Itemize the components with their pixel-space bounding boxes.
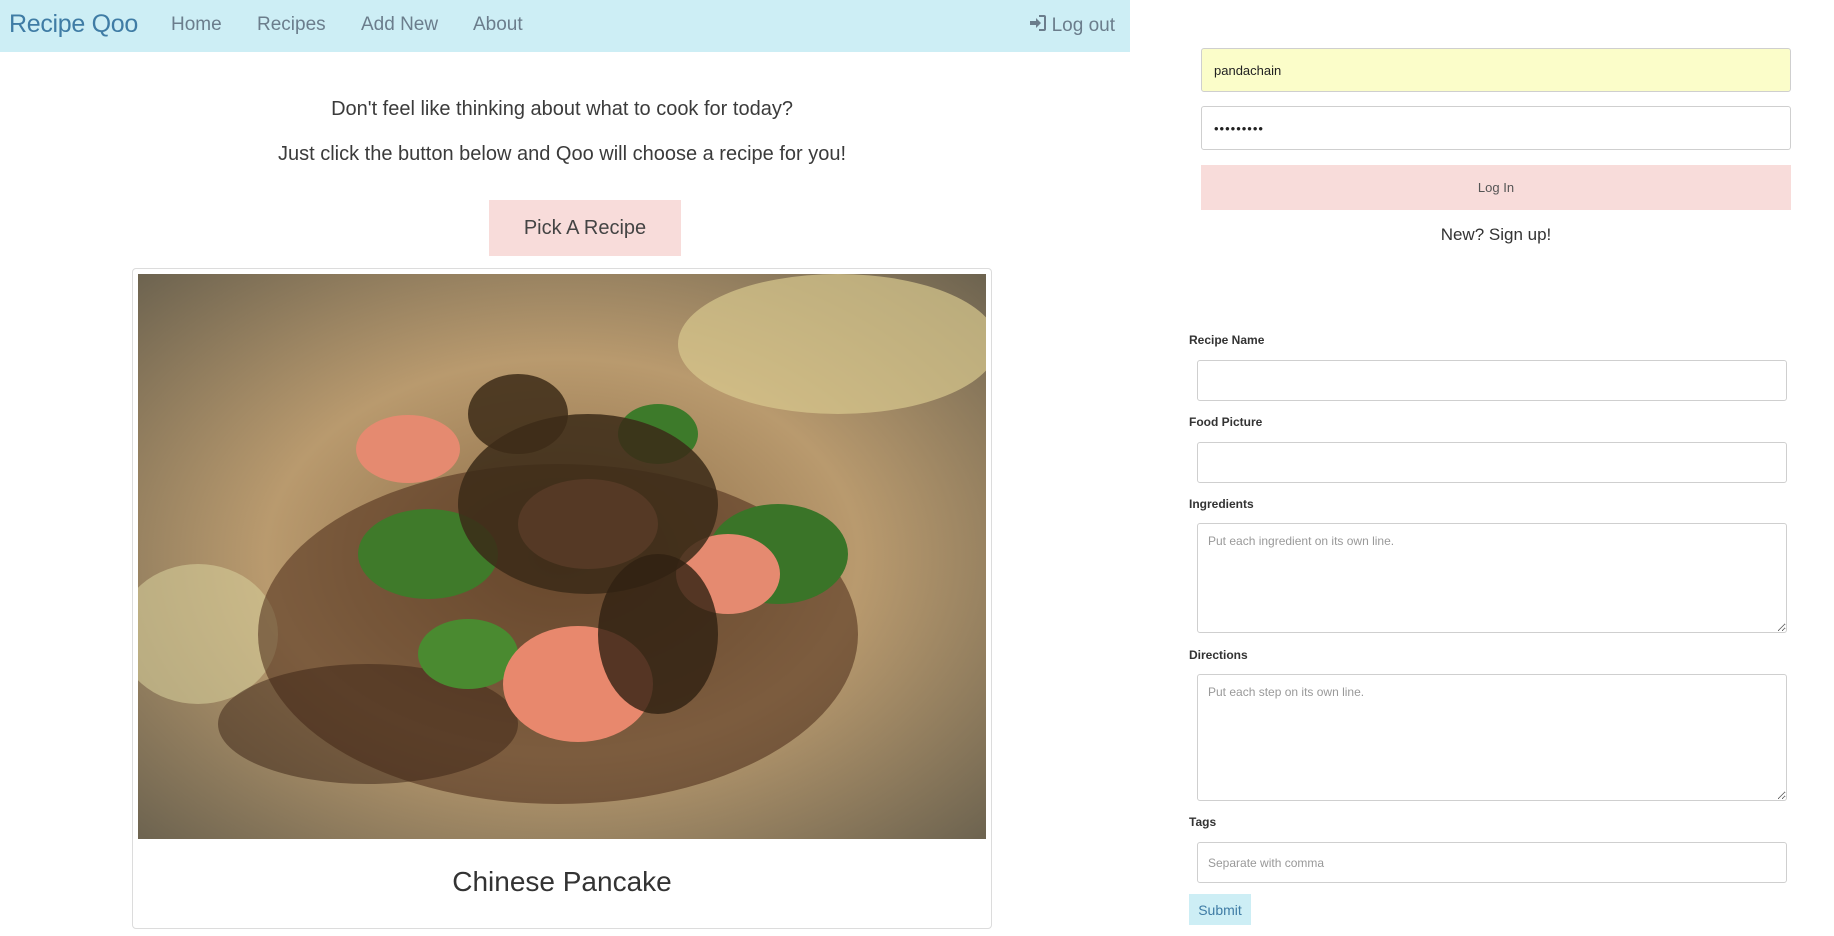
pick-recipe-button[interactable]: Pick A Recipe xyxy=(489,200,681,256)
prompt-instruction: Just click the button below and Qoo will… xyxy=(277,143,847,165)
food-photo xyxy=(138,274,986,839)
nav-recipes-link[interactable]: Recipes xyxy=(257,14,326,36)
food-picture-input[interactable] xyxy=(1197,442,1787,483)
brand-logo[interactable]: Recipe Qoo xyxy=(9,10,138,39)
logout-link[interactable]: Log out xyxy=(1028,13,1115,39)
recipe-home-panel: Recipe Qoo Home Recipes Add New About Lo… xyxy=(0,0,1130,936)
username-input[interactable] xyxy=(1201,48,1791,92)
password-input[interactable] xyxy=(1201,106,1791,150)
nav-home-link[interactable]: Home xyxy=(171,14,222,36)
recipe-name-label: Recipe Name xyxy=(1189,333,1265,347)
prompt-question: Don't feel like thinking about what to c… xyxy=(331,98,793,120)
signup-link[interactable]: New? Sign up! xyxy=(1201,225,1791,245)
ingredients-textarea[interactable] xyxy=(1197,523,1787,633)
nav-about-link[interactable]: About xyxy=(473,14,523,36)
nav-add-new-link[interactable]: Add New xyxy=(361,14,438,36)
navbar: Recipe Qoo Home Recipes Add New About Lo… xyxy=(0,0,1130,52)
directions-textarea[interactable] xyxy=(1197,674,1787,801)
recipe-title: Chinese Pancake xyxy=(452,866,672,897)
food-picture-label: Food Picture xyxy=(1189,415,1263,429)
tags-label: Tags xyxy=(1189,815,1217,829)
recipe-name-input[interactable] xyxy=(1197,360,1787,401)
logout-label: Log out xyxy=(1051,15,1115,36)
tags-input[interactable] xyxy=(1197,842,1787,883)
form-panel: Log In New? Sign up! Recipe Name Food Pi… xyxy=(1130,0,1834,936)
submit-button[interactable]: Submit xyxy=(1189,894,1251,925)
directions-label: Directions xyxy=(1189,648,1248,662)
logout-icon xyxy=(1028,13,1048,39)
ingredients-label: Ingredients xyxy=(1189,497,1254,511)
recipe-card[interactable]: Chinese Pancake xyxy=(132,268,992,929)
login-button[interactable]: Log In xyxy=(1201,165,1791,210)
